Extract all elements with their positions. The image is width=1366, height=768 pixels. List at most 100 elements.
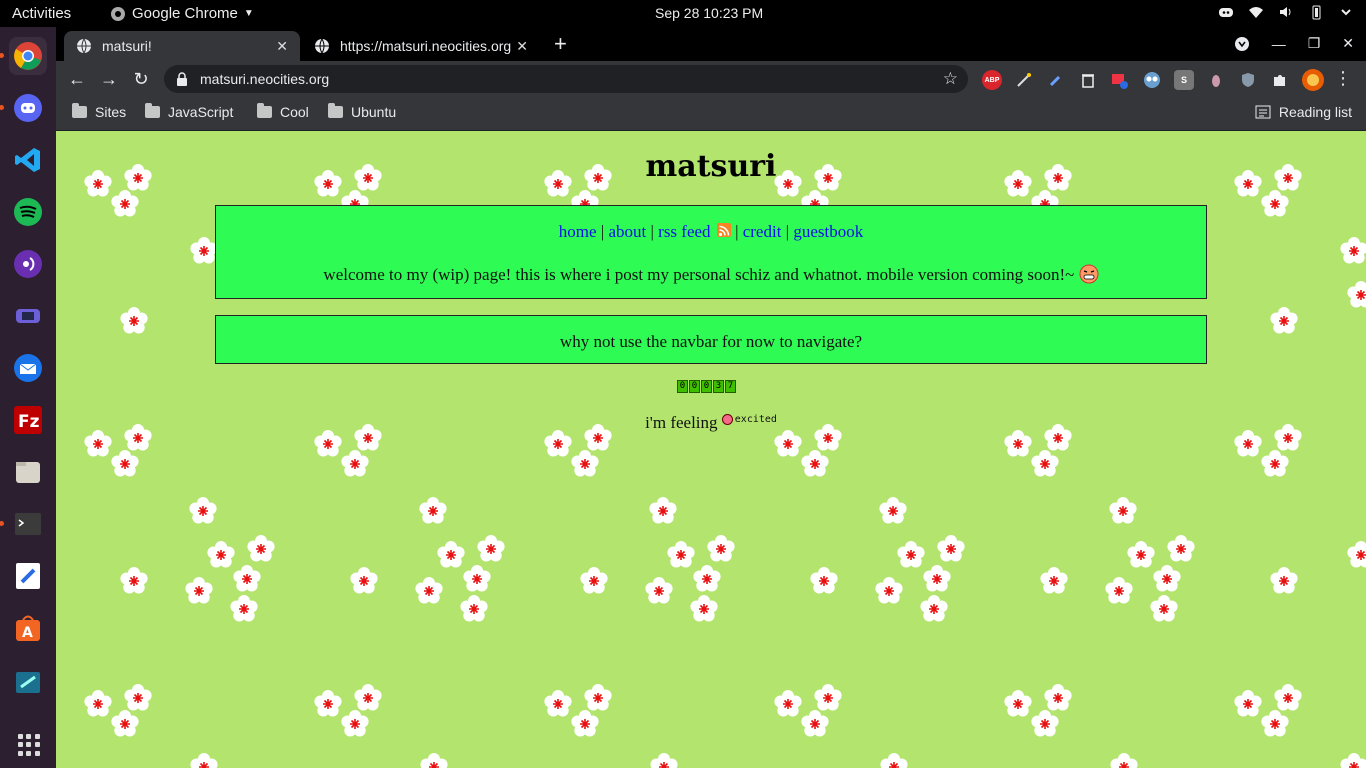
profile-avatar[interactable] — [1302, 69, 1324, 91]
adblock-plus-icon[interactable]: ABP — [982, 70, 1002, 90]
bug-extension-icon[interactable] — [1206, 70, 1226, 90]
running-indicator — [0, 53, 4, 58]
dock-chrome[interactable] — [0, 37, 47, 75]
activities-button[interactable]: Activities — [12, 5, 71, 22]
dock-vscode[interactable] — [9, 141, 47, 179]
page-title: matsuri — [645, 149, 777, 184]
discord-tray-icon[interactable] — [1218, 4, 1234, 20]
close-tab-icon[interactable]: ✕ — [276, 38, 288, 55]
close-tab-icon[interactable]: ✕ — [516, 38, 528, 55]
back-icon[interactable]: ← — [66, 68, 88, 90]
dock-software-center[interactable]: A — [9, 609, 47, 647]
svg-text:Fz: Fz — [18, 412, 40, 432]
bookmark-label: JavaScript — [168, 104, 234, 120]
browser-window: matsuri! ✕ https://matsuri.neocities.org… — [56, 27, 1366, 131]
wand-extension-icon[interactable] — [1014, 70, 1034, 90]
lock-icon[interactable] — [176, 72, 188, 86]
thunderbird-icon — [14, 354, 42, 382]
mood-prefix: i'm feeling — [645, 413, 718, 432]
dock-terminal[interactable] — [0, 505, 47, 543]
shield-extension-icon[interactable] — [1238, 70, 1258, 90]
restore-icon[interactable]: ❐ — [1308, 35, 1321, 52]
counter-digit: 0 — [689, 380, 700, 393]
bookmark-star-icon[interactable]: ☆ — [943, 69, 958, 89]
bookmark-folder-javascript[interactable]: JavaScript — [145, 103, 234, 120]
nav-separator: | — [650, 222, 654, 241]
dock-text-editor[interactable] — [9, 557, 47, 595]
spotify-icon — [14, 198, 42, 226]
url-text[interactable]: matsuri.neocities.org — [200, 71, 329, 87]
nav-separator: | — [785, 222, 790, 241]
folder-icon — [72, 103, 87, 118]
battery-icon[interactable] — [1308, 4, 1324, 20]
discord-icon — [14, 94, 42, 122]
app-menu[interactable]: Google Chrome ▼ — [110, 5, 254, 22]
volume-icon[interactable] — [1278, 4, 1294, 20]
dock-podcast[interactable] — [9, 245, 47, 283]
navbar-hint-text: why not use the navbar for now to naviga… — [559, 332, 863, 351]
web-page: matsuri home | about | rss feed | credit… — [56, 131, 1366, 768]
dock-files[interactable] — [9, 453, 47, 491]
extension-with-badge-icon[interactable] — [1110, 70, 1130, 90]
rss-icon[interactable] — [716, 223, 731, 237]
globe-icon — [315, 38, 329, 54]
window-controls: — ❐ ✕ — [1234, 35, 1354, 52]
navbar-hint-box: why not use the navbar for now to naviga… — [215, 315, 1207, 364]
nav-link-rss-feed[interactable]: rss feed — [658, 222, 710, 241]
dock-bag-app[interactable] — [9, 661, 47, 699]
tab-active[interactable]: matsuri! ✕ — [64, 31, 300, 61]
dock-thunderbird[interactable] — [9, 349, 47, 387]
folder-icon — [328, 103, 343, 118]
welcome-text: welcome to my (wip) page! this is where … — [323, 265, 1075, 284]
nav-separator: | — [735, 222, 739, 241]
app-menu-label: Google Chrome — [132, 5, 238, 22]
color-picker-icon[interactable] — [1046, 70, 1066, 90]
puzzle-icon[interactable] — [1270, 70, 1290, 90]
wifi-icon[interactable] — [1248, 4, 1264, 20]
new-tab-icon[interactable]: + — [554, 33, 567, 55]
nav-separator: | — [600, 222, 605, 241]
bookmark-label: Sites — [95, 104, 127, 120]
counter-digit: 7 — [725, 380, 736, 393]
chrome-menu-icon[interactable]: ⋮ — [1334, 69, 1352, 87]
address-bar[interactable]: matsuri.neocities.org ☆ — [164, 65, 968, 93]
clock[interactable]: Sep 28 10:23 PM — [655, 5, 763, 21]
dock-spotify[interactable] — [9, 193, 47, 231]
nav-box: home | about | rss feed | credit | guest… — [215, 205, 1207, 299]
dock-filezilla[interactable]: Fz — [9, 401, 47, 439]
filezilla-icon: Fz — [14, 406, 42, 434]
system-top-bar: Activities Google Chrome ▼ Sep 28 10:23 … — [0, 0, 1366, 27]
bookmark-label: Ubuntu — [351, 104, 397, 120]
running-indicator — [0, 521, 4, 526]
chrome-icon — [111, 6, 125, 21]
reading-list-button[interactable]: Reading list — [1255, 104, 1352, 120]
minimize-icon[interactable]: — — [1272, 36, 1286, 52]
mood-badge[interactable]: excited — [721, 414, 777, 425]
tab-inactive[interactable]: https://matsuri.neocities.org ✕ — [302, 31, 540, 61]
s-extension-icon[interactable]: S — [1174, 70, 1194, 90]
power-menu-icon[interactable] — [1338, 4, 1354, 20]
nav-link-home[interactable]: home — [559, 222, 597, 241]
system-tray[interactable] — [1218, 4, 1354, 20]
nav-link-guestbook[interactable]: guestbook — [793, 222, 863, 241]
bookmark-folder-ubuntu[interactable]: Ubuntu — [328, 103, 397, 120]
bookmark-folder-sites[interactable]: Sites — [72, 103, 127, 120]
gamepad-icon — [16, 309, 40, 323]
nav-link-credit[interactable]: credit — [743, 222, 782, 241]
shopping-bag-icon — [16, 672, 40, 693]
mood-status: i'm feeling excited — [56, 413, 1366, 433]
dock-discord[interactable] — [0, 89, 47, 127]
reload-icon[interactable]: ↻ — [130, 68, 152, 90]
chevron-down-icon: ▼ — [243, 8, 254, 19]
dock-game-emulator[interactable] — [9, 297, 47, 335]
nav-link-about[interactable]: about — [608, 222, 646, 241]
close-window-icon[interactable]: ✕ — [1342, 35, 1354, 52]
tab-strip: matsuri! ✕ https://matsuri.neocities.org… — [56, 27, 1366, 61]
bookmark-label: Cool — [280, 104, 309, 120]
show-applications-icon[interactable] — [18, 734, 40, 756]
forward-icon[interactable]: → — [98, 68, 120, 90]
owl-extension-icon[interactable] — [1142, 70, 1162, 90]
trash-extension-icon[interactable] — [1078, 70, 1098, 90]
bookmark-folder-cool[interactable]: Cool — [257, 103, 309, 120]
tab-search-icon[interactable] — [1234, 36, 1250, 52]
